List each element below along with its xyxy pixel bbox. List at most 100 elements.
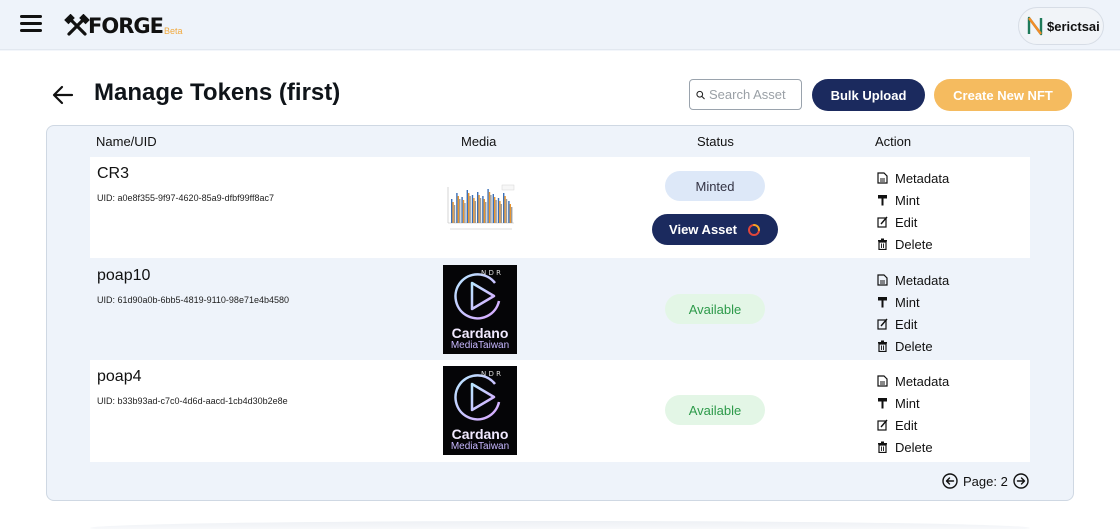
- thumbnail-bar: [487, 189, 489, 223]
- n-brand-icon: [1027, 16, 1043, 36]
- thumbnail-bar: [477, 192, 479, 223]
- thumbnail-bar: [492, 194, 494, 223]
- thumbnail-bar: [490, 195, 492, 223]
- mint-action[interactable]: Mint: [877, 189, 949, 211]
- circle-arrow-right-icon[interactable]: [1013, 473, 1029, 489]
- document-icon: [877, 375, 888, 387]
- play-logo-icon: N D R: [454, 370, 501, 421]
- bulk-upload-button[interactable]: Bulk Upload: [812, 79, 925, 111]
- thumbnail-bar: [456, 193, 458, 223]
- edit-label: Edit: [895, 316, 918, 332]
- mint-action[interactable]: Mint: [877, 392, 949, 414]
- nft-caption-main: Cardano: [451, 325, 509, 341]
- pagination: Page: 2: [942, 471, 1029, 491]
- edit-icon: [877, 216, 888, 228]
- bar-chart-thumbnail[interactable]: [442, 179, 518, 237]
- thumbnail-bar: [511, 207, 513, 223]
- delete-label: Delete: [895, 439, 933, 455]
- table-row: poap10 UID: 61d90a0b-6bb5-4819-9110-98e7…: [90, 259, 1030, 359]
- view-asset-button[interactable]: View Asset: [652, 214, 778, 245]
- beta-badge: Beta: [163, 26, 183, 36]
- thumbnail-bar: [466, 190, 468, 223]
- hammer-icon: [878, 297, 887, 308]
- token-uid: UID: 61d90a0b-6bb5-4819-9110-98e71e4b458…: [97, 295, 289, 305]
- thumbnail-bar: [468, 193, 470, 223]
- metadata-action[interactable]: Metadata: [877, 269, 949, 291]
- thumbnail-bar: [473, 198, 475, 223]
- thumbnail-bar: [485, 202, 487, 223]
- trash-icon: [878, 340, 887, 352]
- edit-label: Edit: [895, 214, 918, 230]
- thumbnail-bar: [482, 196, 484, 223]
- thumbnail-bar: [499, 201, 501, 223]
- hamburger-icon[interactable]: [20, 15, 42, 33]
- play-logo-icon: N D R: [454, 269, 501, 320]
- edit-label: Edit: [895, 417, 918, 433]
- thumbnail-bar: [453, 205, 456, 223]
- view-asset-label: View Asset: [669, 222, 737, 237]
- tokens-table: Name/UID Media Status Action CR3 UID: a0…: [46, 125, 1074, 501]
- delete-action[interactable]: Delete: [877, 436, 949, 458]
- delete-action[interactable]: Delete: [877, 233, 949, 255]
- thumbnail-bar: [474, 201, 476, 223]
- table-row: CR3 UID: a0e8f355-9f97-4620-85a9-dfbf99f…: [90, 157, 1030, 258]
- thumbnail-bar: [509, 204, 511, 223]
- token-name: poap4: [97, 368, 142, 385]
- main-content: Manage Tokens (first) Bulk Upload Create…: [0, 51, 1120, 529]
- metadata-label: Metadata: [895, 373, 950, 389]
- search-box[interactable]: [689, 79, 802, 110]
- create-new-nft-button[interactable]: Create New NFT: [934, 79, 1072, 111]
- thumbnail-bar: [504, 196, 506, 223]
- thumbnail-bar: [464, 203, 466, 223]
- nft-caption-sub: MediaTaiwan: [450, 340, 510, 351]
- table-row: poap4 UID: b33b93ad-c7c0-4d6d-aacd-1cb4d…: [90, 360, 1030, 462]
- svg-text:N D R: N D R: [481, 370, 501, 378]
- edit-action[interactable]: Edit: [877, 414, 949, 436]
- circle-arrow-left-icon[interactable]: [942, 473, 958, 489]
- svg-text:N D R: N D R: [481, 269, 501, 277]
- column-header-action: Action: [875, 134, 912, 149]
- token-uid: UID: b33b93ad-c7c0-4d6d-aacd-1cb4d30b2e8…: [97, 396, 288, 406]
- edit-icon: [877, 318, 888, 330]
- thumbnail-bar: [451, 199, 453, 223]
- thumbnail-bar: [503, 193, 505, 223]
- thumbnail-bar: [497, 198, 500, 223]
- delete-label: Delete: [895, 236, 933, 252]
- forge-logo[interactable]: FORGE Beta: [64, 12, 182, 38]
- thumbnail-bar: [461, 197, 463, 223]
- status-badge: Available: [665, 294, 765, 324]
- top-bar: FORGE Beta $erictsai: [0, 0, 1120, 50]
- token-name: CR3: [97, 165, 130, 182]
- thumbnail-bar: [483, 199, 485, 223]
- page-title: Manage Tokens (first): [94, 79, 341, 106]
- delete-label: Delete: [895, 338, 933, 354]
- cardano-nft-image[interactable]: N D R Cardano MediaTaiwan: [443, 265, 517, 354]
- thumbnail-bar: [508, 201, 510, 223]
- cardano-nft-image[interactable]: N D R Cardano MediaTaiwan: [443, 366, 517, 455]
- token-name: poap10: [97, 267, 151, 284]
- thumbnail-bar: [459, 199, 461, 223]
- crossed-hammers-icon: [64, 14, 90, 36]
- search-input[interactable]: [709, 87, 801, 102]
- metadata-action[interactable]: Metadata: [877, 167, 949, 189]
- thumbnail-bar: [469, 196, 471, 223]
- thumbnail-bar: [471, 195, 474, 223]
- document-icon: [877, 172, 888, 184]
- edit-action[interactable]: Edit: [877, 313, 949, 335]
- user-account-button[interactable]: $erictsai: [1018, 7, 1104, 45]
- edit-icon: [877, 419, 888, 431]
- hammer-icon: [878, 195, 887, 206]
- metadata-action[interactable]: Metadata: [877, 370, 949, 392]
- mint-action[interactable]: Mint: [877, 291, 949, 313]
- mint-label: Mint: [895, 395, 920, 411]
- metadata-label: Metadata: [895, 272, 950, 288]
- status-badge: Available: [665, 395, 765, 425]
- edit-action[interactable]: Edit: [877, 211, 949, 233]
- arrow-left-icon[interactable]: [52, 84, 74, 106]
- thumbnail-bar: [505, 199, 508, 223]
- delete-action[interactable]: Delete: [877, 335, 949, 357]
- column-header-name-uid: Name/UID: [96, 134, 157, 149]
- mint-label: Mint: [895, 192, 920, 208]
- search-icon: [696, 90, 705, 99]
- trash-icon: [878, 238, 887, 250]
